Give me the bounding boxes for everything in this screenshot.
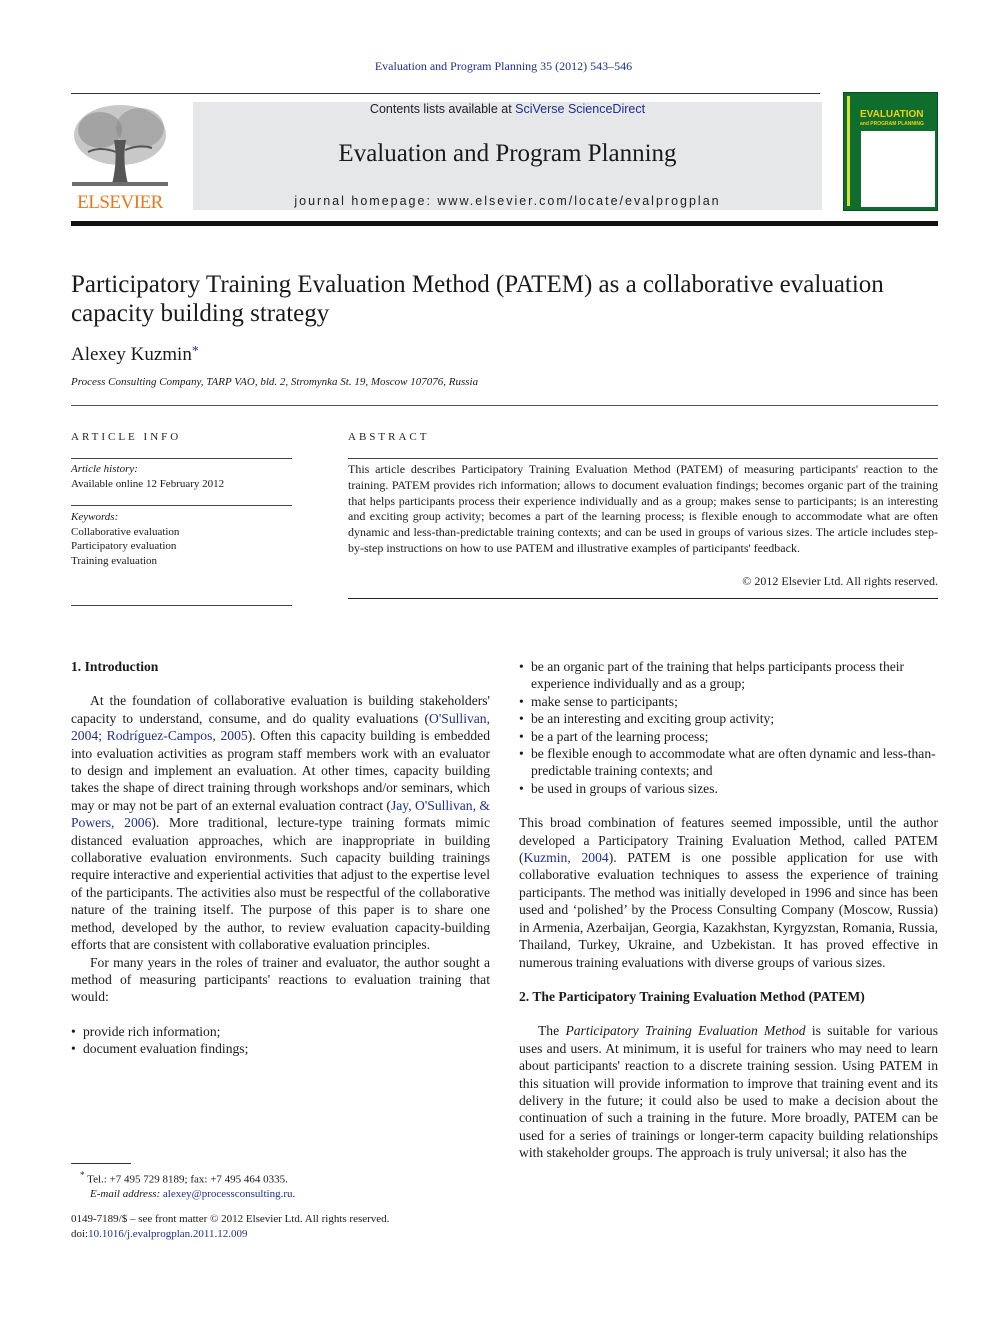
text-run: At the foundation of collaborative evalu… (71, 693, 490, 726)
citation-link[interactable]: Kuzmin, 2004 (524, 850, 609, 865)
article-history: Article history: Available online 12 Feb… (71, 462, 291, 491)
emphasis: Participatory Training Evaluation Method (565, 1023, 806, 1039)
elsevier-wordmark: ELSEVIER (77, 192, 163, 213)
abstract-label: ABSTRACT (348, 431, 430, 443)
email-link[interactable]: alexey@processconsulting.ru (163, 1188, 293, 1200)
text-run: ). PATEM is one possible application for… (519, 850, 939, 970)
info-rule (71, 458, 292, 459)
journal-citation[interactable]: Evaluation and Program Planning 35 (2012… (0, 59, 992, 74)
info-rule (71, 505, 292, 506)
info-rule (71, 605, 292, 606)
paragraph: This broad combination of features seeme… (519, 814, 938, 971)
abstract-rule (348, 598, 938, 599)
sciencedirect-link[interactable]: SciVerse ScienceDirect (515, 102, 645, 116)
contents-prefix: Contents lists available at (369, 102, 516, 116)
email-label: E-mail address: (90, 1188, 163, 1201)
cover-panel (861, 131, 935, 207)
doi-label: doi: (71, 1227, 89, 1240)
history-label: Article history: (71, 463, 138, 475)
doi-line: doi:10.1016/j.evalprogplan.2011.12.009 (71, 1227, 389, 1242)
list-item: make sense to participants; (519, 693, 938, 711)
keyword: Participatory evaluation (71, 540, 177, 552)
journal-title: Evaluation and Program Planning (338, 140, 677, 167)
list-item: be a part of the learning process; (519, 728, 938, 746)
doi-link[interactable]: 10.1016/j.evalprogplan.2011.12.009 (88, 1228, 247, 1240)
list-item: be used in groups of various sizes. (519, 780, 938, 798)
keywords-label: Keywords: (71, 511, 119, 523)
abstract-text: This article describes Participatory Tra… (348, 462, 938, 555)
author-footnote-marker[interactable]: * (192, 344, 199, 359)
bullet-list: be an organic part of the training that … (519, 658, 938, 798)
body-column-right: be an organic part of the training that … (519, 658, 938, 1162)
footnote-contact-row: * Tel.: +7 495 729 8189; fax: +7 495 464… (80, 1168, 295, 1187)
header-thick-rule (71, 221, 938, 226)
list-item: document evaluation findings; (71, 1040, 490, 1058)
article-title: Participatory Training Evaluation Method… (71, 271, 884, 327)
list-item: be flexible enough to accommodate what a… (519, 745, 938, 780)
article-info-label: ARTICLE INFO (71, 431, 182, 443)
cover-title: EVALUATION (860, 109, 924, 120)
paragraph: The Participatory Training Evaluation Me… (519, 1022, 938, 1161)
history-value: Available online 12 February 2012 (71, 477, 225, 490)
footnote-contact: Tel.: +7 495 729 8189; fax: +7 495 464 0… (87, 1173, 288, 1186)
cover-stripe (847, 96, 850, 206)
footnote: * Tel.: +7 495 729 8189; fax: +7 495 464… (80, 1168, 295, 1202)
paragraph: At the foundation of collaborative evalu… (71, 692, 490, 953)
title-rule (71, 405, 938, 406)
paragraph: For many years in the roles of trainer a… (71, 954, 490, 1005)
footnote-rule (71, 1163, 131, 1164)
keyword: Training evaluation (71, 554, 158, 567)
abstract-copyright: © 2012 Elsevier Ltd. All rights reserved… (742, 574, 938, 588)
text-run: The (538, 1023, 566, 1039)
front-matter: 0149-7189/$ – see front matter © 2012 El… (71, 1212, 389, 1241)
section-heading: 2. The Participatory Training Evaluation… (519, 988, 865, 1004)
journal-homepage[interactable]: journal homepage: www.elsevier.com/locat… (193, 194, 822, 208)
footnote-email-row: E-mail address: alexey@processconsulting… (80, 1187, 295, 1202)
list-item: be an interesting and exciting group act… (519, 710, 938, 728)
text-run: ). More traditional, lecture-type traini… (71, 815, 490, 953)
list-item: be an organic part of the training that … (519, 658, 938, 693)
body-column-left: 1. Introduction At the foundation of col… (71, 658, 490, 1058)
bullet-list: provide rich information; document evalu… (71, 1023, 490, 1058)
journal-cover-thumbnail: EVALUATION and PROGRAM PLANNING (843, 92, 938, 211)
section-heading: 1. Introduction (71, 659, 159, 674)
author-name: Alexey Kuzmin (71, 344, 192, 365)
cover-subtitle: and PROGRAM PLANNING (860, 121, 924, 127)
keyword: Collaborative evaluation (71, 525, 180, 538)
abstract-rule (348, 458, 938, 459)
contents-line: Contents lists available at SciVerse Sci… (193, 102, 822, 116)
text-run: is suitable for various uses and users. … (519, 1023, 938, 1161)
header-rule (71, 93, 820, 94)
journal-masthead: Contents lists available at SciVerse Sci… (193, 102, 822, 210)
author-affiliation: Process Consulting Company, TARP VAO, bl… (71, 376, 479, 388)
keywords: Keywords: Collaborative evaluation Parti… (71, 510, 291, 568)
footnote-marker: * (80, 1170, 85, 1180)
issn-line: 0149-7189/$ – see front matter © 2012 El… (71, 1213, 390, 1225)
author-line: Alexey Kuzmin* (71, 344, 199, 366)
text-run: . (292, 1188, 296, 1201)
list-item: provide rich information; (71, 1023, 490, 1041)
